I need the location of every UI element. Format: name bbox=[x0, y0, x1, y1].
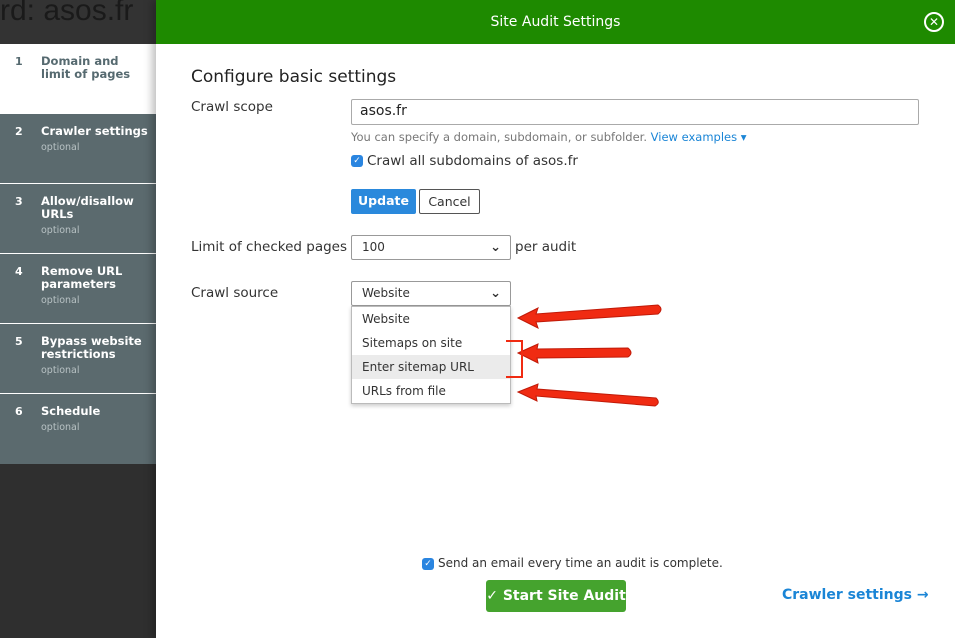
limit-select[interactable]: 100 ⌄ bbox=[351, 235, 511, 260]
crawl-scope-label: Crawl scope bbox=[191, 99, 273, 115]
option-urls-from-file[interactable]: URLs from file bbox=[352, 379, 510, 403]
steps-sidebar: 1 Domain and limit of pages 2 Crawler sett… bbox=[0, 44, 157, 464]
arrow-right-icon: → bbox=[916, 587, 929, 603]
bracket-icon bbox=[506, 340, 523, 378]
step-4[interactable]: 4 Remove URL parameters optional bbox=[0, 254, 157, 324]
site-audit-modal: Site Audit Settings ✕ Configure basic set… bbox=[156, 0, 955, 638]
background-title: rd: asos.fr bbox=[0, 0, 134, 27]
arrow-icon bbox=[516, 383, 659, 407]
option-sitemaps-on-site[interactable]: Sitemaps on site bbox=[352, 331, 510, 355]
email-label: Send an email every time an audit is com… bbox=[438, 556, 723, 570]
per-audit-label: per audit bbox=[515, 239, 577, 255]
arrow-icon bbox=[516, 304, 662, 329]
limit-label: Limit of checked pages bbox=[191, 239, 348, 255]
close-icon[interactable]: ✕ bbox=[924, 12, 944, 32]
annotation-arrows bbox=[506, 304, 662, 407]
background-header: rd: asos.fr bbox=[0, 0, 157, 44]
subdomains-checkbox[interactable]: ✓ bbox=[351, 155, 363, 167]
crawl-scope-hint: You can specify a domain, subdomain, or … bbox=[351, 130, 648, 144]
section-heading: Configure basic settings bbox=[191, 67, 397, 87]
update-button[interactable]: Update bbox=[351, 189, 416, 214]
crawl-scope-input[interactable]: asos.fr bbox=[351, 99, 919, 125]
option-website[interactable]: Website bbox=[352, 307, 510, 331]
step-5[interactable]: 5 Bypass website restrictions optional bbox=[0, 324, 157, 394]
chevron-down-icon: ⌄ bbox=[490, 286, 501, 301]
crawler-settings-next-link[interactable]: Crawler settings → bbox=[782, 587, 929, 603]
step-2[interactable]: 2 Crawler settings optional bbox=[0, 114, 157, 184]
crawl-source-label: Crawl source bbox=[191, 285, 279, 301]
email-checkbox[interactable]: ✓ bbox=[422, 557, 434, 570]
modal-title: Site Audit Settings bbox=[490, 14, 621, 30]
step-6[interactable]: 6 Schedule optional bbox=[0, 394, 157, 464]
option-enter-sitemap-url[interactable]: Enter sitemap URL bbox=[352, 355, 510, 379]
crawl-source-menu: Website Sitemaps on site Enter sitemap U… bbox=[351, 306, 511, 404]
subdomains-label: Crawl all subdomains of asos.fr bbox=[367, 153, 578, 169]
caret-down-icon: ▾ bbox=[740, 130, 747, 144]
view-examples-link[interactable]: View examples ▾ bbox=[651, 130, 747, 144]
check-icon: ✓ bbox=[486, 588, 498, 604]
cancel-button[interactable]: Cancel bbox=[419, 189, 480, 214]
step-3[interactable]: 3 Allow/disallow URLs optional bbox=[0, 184, 157, 254]
modal-header: Site Audit Settings ✕ bbox=[156, 0, 955, 44]
step-1[interactable]: 1 Domain and limit of pages bbox=[0, 44, 157, 114]
start-site-audit-button[interactable]: ✓ Start Site Audit bbox=[486, 580, 626, 612]
arrow-icon bbox=[516, 343, 632, 364]
crawl-source-select[interactable]: Website ⌄ bbox=[351, 281, 511, 306]
chevron-down-icon: ⌄ bbox=[490, 240, 501, 255]
